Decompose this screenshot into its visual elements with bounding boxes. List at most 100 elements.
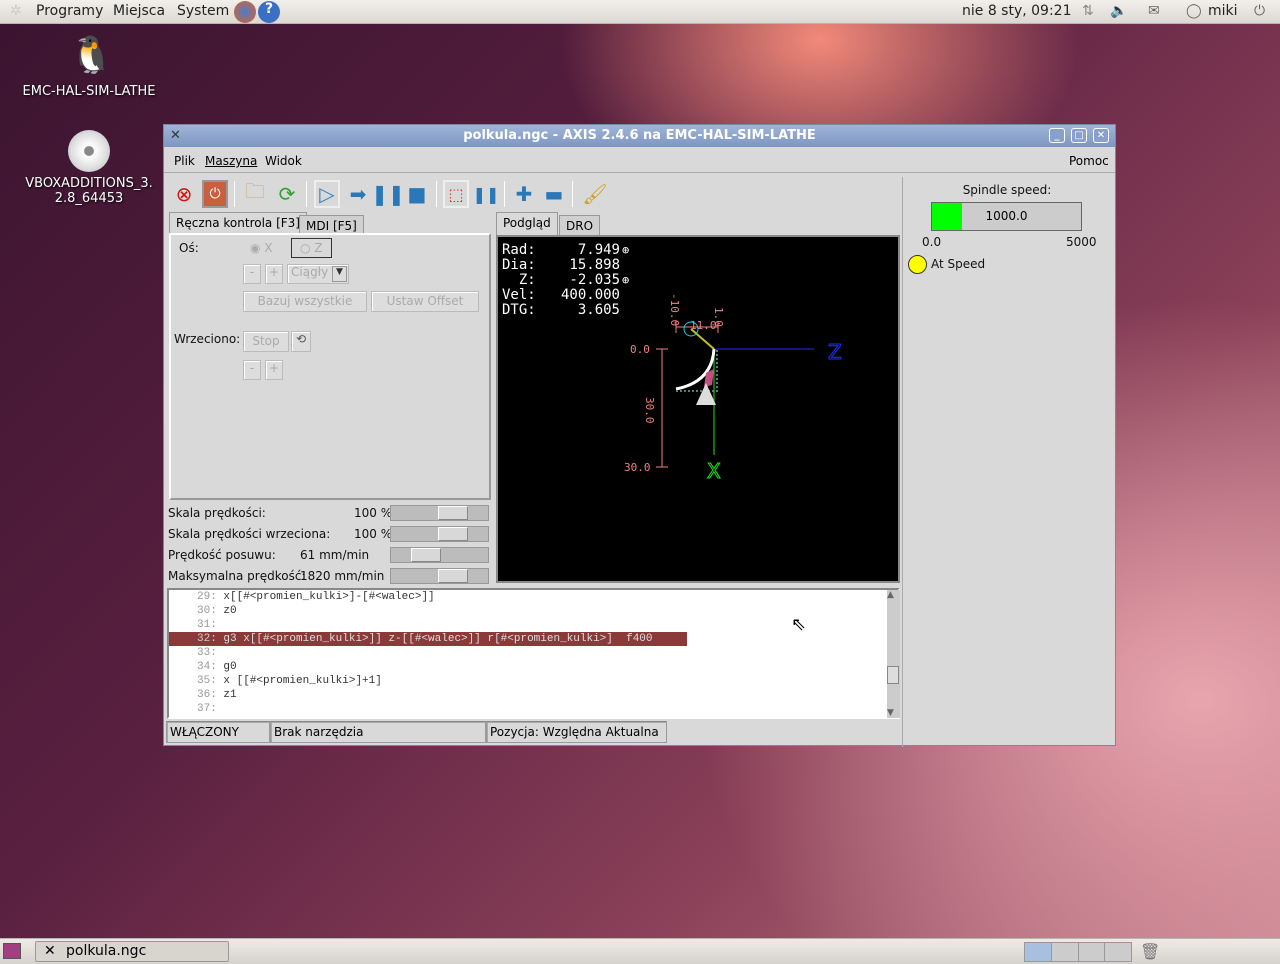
slider-track[interactable] <box>390 568 489 584</box>
pause-icon[interactable]: ❚❚ <box>371 180 405 208</box>
code-line[interactable]: 31: <box>169 618 898 632</box>
set-offset-button[interactable]: Ustaw Offset <box>371 291 479 312</box>
menu-maszyna[interactable]: Maszyna <box>205 154 257 168</box>
slider-track[interactable] <box>390 505 489 521</box>
firefox-icon[interactable] <box>234 1 256 23</box>
minimize-button[interactable]: _ <box>1049 128 1065 143</box>
home-all-button[interactable]: Bazuj wszystkie <box>243 291 367 312</box>
slider-handle[interactable] <box>438 527 468 541</box>
slider-label: Prędkość posuwu: <box>168 548 276 562</box>
line-number: 33: <box>197 647 217 659</box>
slider-handle[interactable] <box>411 548 441 562</box>
toolpath-preview[interactable]: Rad: 7.949 ⊕ Dia: 15.898 Z: -2.035 ⊕ Vel: 40… <box>496 235 900 583</box>
code-line[interactable]: 30: z0 <box>169 604 898 618</box>
status-tool: Brak narzędzia <box>270 721 486 743</box>
z-extent-mid-label: 11.0 <box>690 319 717 332</box>
axis-window: ✕ polkula.ngc - AXIS 2.4.6 na EMC-HAL-SI… <box>163 124 1116 747</box>
tab-preview[interactable]: Podgląd <box>496 212 558 235</box>
trash-icon[interactable]: 🗑 <box>1140 942 1160 961</box>
estop-icon[interactable]: ⊗ <box>171 180 197 208</box>
taskbar-item[interactable]: ✕ polkula.ngc <box>35 941 229 962</box>
spindle-direction-icon[interactable]: ⟲ <box>291 331 311 352</box>
stop-icon[interactable]: ■ <box>404 180 430 208</box>
spindle-slower-button[interactable]: - <box>243 360 261 380</box>
power-icon[interactable]: ⏻ <box>1254 3 1265 19</box>
desktop-icon-label: VBOXADDITIONS_3.2.8_64453 <box>25 176 153 206</box>
x-extent-mid-label: 30.0 <box>643 397 656 424</box>
menu-programy[interactable]: Programy <box>36 3 103 19</box>
code-line[interactable]: 29: x[[#<promien_kulki>]-[#<walec>]] <box>169 590 898 604</box>
network-icon[interactable]: ⇅ <box>1082 3 1094 19</box>
block-delete-icon[interactable]: ⬚ <box>443 180 469 208</box>
window-title: polkula.ngc - AXIS 2.4.6 na EMC-HAL-SIM-… <box>463 128 816 143</box>
tab-manual[interactable]: Ręczna kontrola [F3] <box>169 212 307 234</box>
menu-miejsca[interactable]: Miejsca <box>113 3 165 19</box>
user-name[interactable]: miki <box>1208 3 1238 19</box>
code-line[interactable]: 33: <box>169 646 898 660</box>
axis-label: Oś: <box>179 241 199 255</box>
spindle-faster-button[interactable]: + <box>265 360 283 380</box>
zoom-out-icon[interactable]: ▬ <box>541 180 567 208</box>
run-icon[interactable]: ▷ <box>314 180 340 208</box>
code-line[interactable]: 36: z1 <box>169 688 898 702</box>
help-icon[interactable]: ? <box>258 1 280 23</box>
line-number: 29: <box>197 591 217 603</box>
jog-plus-button[interactable]: + <box>265 264 283 284</box>
jog-minus-button[interactable]: - <box>243 264 261 284</box>
menu-widok[interactable]: Widok <box>265 154 302 168</box>
line-number: 31: <box>197 619 217 631</box>
slider-handle[interactable] <box>438 569 468 583</box>
maximize-button[interactable]: □ <box>1071 128 1087 143</box>
scroll-down-icon[interactable]: ▼ <box>887 708 894 718</box>
zoom-in-icon[interactable]: ✚ <box>511 180 537 208</box>
gcode-listing[interactable]: 29: x[[#<promien_kulki>]-[#<walec>]] 30: … <box>167 588 900 719</box>
desktop-icon-vbox[interactable]: VBOXADDITIONS_3.2.8_64453 <box>18 130 160 206</box>
code-line[interactable]: 35: x [[#<promien_kulki>]+1] <box>169 674 898 688</box>
slider-value: 1820 mm/min <box>300 569 385 583</box>
slider-track[interactable] <box>390 526 489 542</box>
tab-dro[interactable]: DRO <box>559 215 601 235</box>
tool-shape <box>696 383 716 405</box>
scroll-thumb[interactable] <box>887 666 899 684</box>
line-text: g0 <box>223 661 237 673</box>
slider-handle[interactable] <box>438 506 468 520</box>
x-extent-top-label: 0.0 <box>630 343 650 356</box>
step-icon[interactable]: ➡ <box>345 180 371 208</box>
slider-value: 100 % <box>354 527 393 541</box>
workspace-switcher[interactable] <box>1024 942 1132 962</box>
bottom-panel: ✕ polkula.ngc 🗑 <box>0 938 1280 964</box>
title-bar[interactable]: ✕ polkula.ngc - AXIS 2.4.6 na EMC-HAL-SI… <box>164 125 1115 147</box>
window-icon: ✕ <box>170 128 181 143</box>
slider-label: Maksymalna prędkość: <box>168 569 306 583</box>
line-text: x [[#<promien_kulki>]+1] <box>223 675 382 687</box>
volume-icon[interactable]: 🔈 <box>1110 3 1127 19</box>
machine-power-icon[interactable]: ⏻ <box>202 180 228 208</box>
mail-icon[interactable]: ✉ <box>1148 3 1160 19</box>
menu-plik[interactable]: Plik <box>174 154 195 168</box>
line-number: 37: <box>197 703 217 715</box>
code-line[interactable]: 32: g3 x[[#<promien_kulki>]] z-[[#<walec… <box>169 632 687 646</box>
menu-system[interactable]: System <box>177 3 229 19</box>
reload-icon[interactable]: ⟳ <box>274 180 300 208</box>
show-desktop-icon[interactable] <box>3 943 21 959</box>
code-line[interactable]: 34: g0 <box>169 660 898 674</box>
jog-mode-select[interactable]: Ciągły ▼ <box>287 264 349 284</box>
desktop-icon-emc[interactable]: 🐧 EMC-HAL-SIM-LATHE <box>18 34 160 99</box>
cd-icon <box>68 130 110 172</box>
clear-plot-brush-icon[interactable]: 🖌 <box>582 180 608 208</box>
spindle-stop-button[interactable]: Stop <box>243 331 289 352</box>
code-line[interactable]: 37: <box>169 702 898 716</box>
slider-track[interactable] <box>390 547 489 563</box>
menu-pomoc[interactable]: Pomoc <box>1069 154 1109 168</box>
tab-mdi[interactable]: MDI [F5] <box>299 215 364 234</box>
spindle-label: Wrzeciono: <box>174 332 241 346</box>
axis-z-radio[interactable]: ○ Z <box>291 238 332 258</box>
clock[interactable]: nie 8 sty, 09:21 <box>962 3 1072 19</box>
open-folder-icon[interactable]: 🗀 <box>242 179 268 208</box>
code-scrollbar[interactable]: ▲ ▼ <box>887 590 900 718</box>
scroll-up-icon[interactable]: ▲ <box>887 590 894 600</box>
axis-x-radio[interactable]: ◉ X <box>250 241 273 255</box>
line-text: x[[#<promien_kulki>]-[#<walec>]] <box>223 591 435 603</box>
close-button[interactable]: ✕ <box>1093 128 1109 143</box>
optional-stop-m1-icon[interactable]: ❚❚ <box>473 180 500 208</box>
